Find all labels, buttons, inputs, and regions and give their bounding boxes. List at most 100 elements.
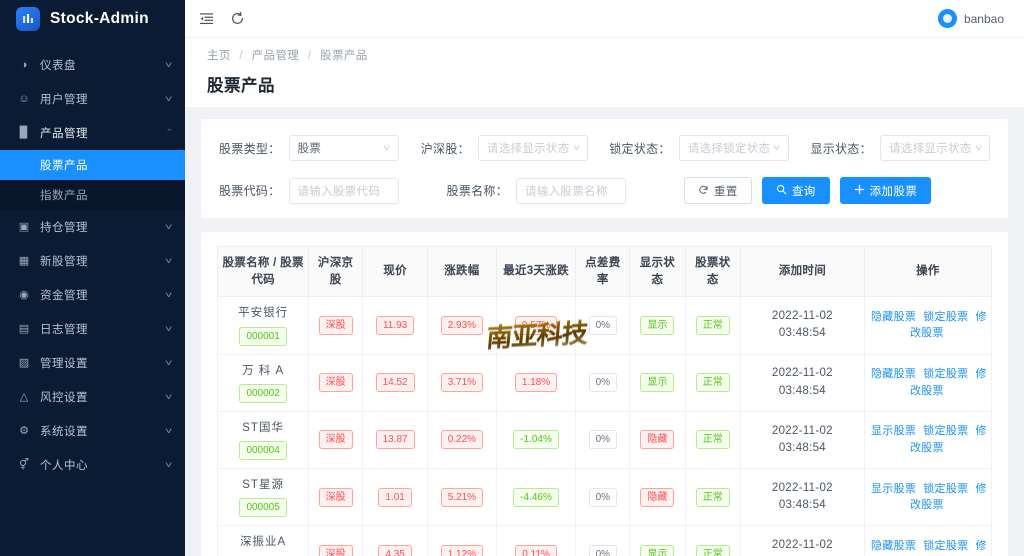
plus-icon — [854, 184, 865, 198]
cell-stock-status: 正常 — [684, 411, 741, 470]
cell-market: 深股 — [308, 468, 364, 527]
stock-code: 000001 — [239, 326, 287, 346]
op-link[interactable]: 锁定股票 — [923, 540, 968, 552]
query-button[interactable]: 查询 — [761, 177, 830, 204]
price-tag: 13.87 — [375, 430, 415, 450]
table-header-row: 股票名称 / 股票代码 沪深京股 现价 涨跌幅 最近3天涨跌 点差费率 显示状态… — [216, 245, 993, 298]
op-link[interactable]: 隐藏股票 — [871, 311, 916, 323]
op-link[interactable]: 锁定股票 — [923, 483, 968, 495]
cell-display-status: 显示 — [629, 354, 686, 412]
breadcrumb-item-home[interactable]: 主页 — [207, 50, 231, 62]
stock-name: ST星源 — [242, 479, 284, 492]
price-tag: 4.35 — [378, 544, 412, 556]
sidebar-item-product-management[interactable]: ▉ 产品管理 ˆ — [0, 116, 185, 150]
added-time: 03:48:54 — [778, 327, 826, 340]
sidebar-item-stock-products[interactable]: 股票产品 — [0, 150, 185, 180]
cell-operations: 显示股票 锁定股票 修改股票 — [863, 411, 993, 470]
table-body: 平安银行 000001 深股 11.93 2.93% 0.57% 0% 显示 正常 2022-11… — [216, 296, 993, 556]
change-tag: 0.22% — [440, 430, 484, 450]
gear-icon: ⚙ — [19, 424, 29, 437]
stock-type-select[interactable]: 股票 ˅ — [288, 135, 399, 161]
sidebar-subitem-label: 指数产品 — [40, 190, 88, 202]
cell-added-time: 2022-11-02 03:48:54 — [739, 468, 865, 527]
chevron-down-icon: ˅ — [974, 143, 982, 153]
sidebar-item-fund-management[interactable]: ◉ 资金管理 ˅ — [0, 278, 185, 312]
table-row: 深振业A000006 深股 4.35 1.12% 0.11% 0% 显示 正常 2022-11-… — [216, 525, 993, 556]
op-link[interactable]: 显示股票 — [871, 425, 916, 437]
cell-market: 深股 — [308, 354, 364, 412]
stock-name: ST国华 — [242, 421, 284, 434]
add-stock-button[interactable]: 添加股票 — [839, 177, 932, 204]
filter-stock-code: 股票代码： 请输入股票代码 — [219, 177, 399, 204]
breadcrumb-item-current: 股票产品 — [320, 50, 368, 62]
op-link[interactable]: 隐藏股票 — [871, 368, 916, 380]
chevron-down-icon: ˅ — [164, 426, 173, 436]
added-time: 03:48:54 — [778, 441, 826, 454]
column-header-spread-rate: 点差费率 — [575, 245, 631, 298]
content-area: 股票类型： 股票 ˅ 沪深股： 请选择显示状态 ˅ 锁定状态： 请选择锁定状态 … — [185, 107, 1024, 556]
filter-row-1: 股票类型： 股票 ˅ 沪深股： 请选择显示状态 ˅ 锁定状态： 请选择锁定状态 … — [219, 135, 990, 161]
cell-price: 11.93 — [362, 296, 429, 355]
market-select[interactable]: 请选择显示状态 ˅ — [477, 135, 588, 161]
sidebar-item-user-management[interactable]: ☺ 用户管理 ˅ — [0, 82, 185, 116]
filter-display-status: 显示状态： 请选择显示状态 ˅ — [810, 135, 990, 161]
page-title: 股票产品 — [207, 77, 275, 95]
sidebar-item-admin-settings[interactable]: ▨ 管理设置 ˅ — [0, 346, 185, 380]
avatar-icon — [937, 9, 957, 28]
op-link[interactable]: 锁定股票 — [923, 368, 968, 380]
cell-spread-rate: 0% — [575, 296, 631, 355]
breadcrumb-item-product-management[interactable]: 产品管理 — [252, 50, 300, 62]
menu-collapse-icon[interactable] — [199, 11, 214, 26]
market-tag: 深股 — [318, 315, 353, 335]
reset-label: 重置 — [714, 185, 738, 198]
sidebar-item-new-stock-management[interactable]: ▦ 新股管理 ˅ — [0, 244, 185, 278]
sidebar-nav: ◑ 仪表盘 ˅ ☺ 用户管理 ˅ ▉ 产品管理 ˆ 股票产品 指数产品 ▣ 持仓… — [0, 48, 185, 482]
user-menu[interactable]: banbao — [937, 9, 1010, 28]
brand[interactable]: Stock-Admin — [0, 0, 185, 38]
op-link[interactable]: 隐藏股票 — [871, 540, 916, 552]
sidebar-item-personal-center[interactable]: ⚥ 个人中心 ˅ — [0, 448, 185, 482]
sidebar-item-log-management[interactable]: ▤ 日志管理 ˅ — [0, 312, 185, 346]
sidebar-item-dashboard[interactable]: ◑ 仪表盘 ˅ — [0, 48, 185, 82]
market-tag: 深股 — [318, 430, 353, 450]
column-header-display-status: 显示状态 — [629, 245, 686, 298]
chevron-down-icon: ˅ — [572, 143, 580, 153]
sidebar-item-position-management[interactable]: ▣ 持仓管理 ˅ — [0, 210, 185, 244]
sidebar-item-index-products[interactable]: 指数产品 — [0, 180, 185, 210]
op-link[interactable]: 锁定股票 — [923, 425, 968, 437]
breadcrumb-separator: / — [239, 50, 244, 62]
user-icon: ☺ — [18, 92, 30, 105]
op-link[interactable]: 锁定股票 — [923, 311, 968, 323]
added-date: 2022-11-02 — [771, 539, 833, 552]
column-header-stock-status: 股票状态 — [684, 245, 741, 298]
sidebar-item-risk-settings[interactable]: △ 风控设置 ˅ — [0, 380, 185, 414]
filter-row-2: 股票代码： 请输入股票代码 股票名称： 请输入股票名称 重置 查询 添加股票 — [219, 177, 990, 204]
brand-name: Stock-Admin — [50, 10, 149, 27]
stock-name-input[interactable]: 请输入股票名称 — [516, 177, 627, 204]
spread-tag: 0% — [588, 315, 618, 335]
added-date: 2022-11-02 — [771, 481, 833, 494]
sidebar-item-system-settings[interactable]: ⚙ 系统设置 ˅ — [0, 414, 185, 448]
chevron-down-icon: ˅ — [164, 94, 173, 104]
chevron-up-icon: ˆ — [167, 128, 172, 138]
display-status-select[interactable]: 请选择显示状态 ˅ — [880, 135, 990, 161]
refresh-icon[interactable] — [230, 11, 245, 26]
change-tag: 1.12% — [440, 544, 484, 556]
box-icon: ▣ — [18, 220, 30, 233]
three-day-tag: 0.57% — [514, 315, 558, 335]
filter-buttons: 重置 查询 添加股票 — [684, 177, 932, 204]
column-header-added-time: 添加时间 — [739, 245, 865, 298]
filter-market: 沪深股： 请选择显示状态 ˅ — [421, 135, 588, 161]
cell-display-status: 隐藏 — [629, 468, 686, 527]
op-link[interactable]: 显示股票 — [871, 483, 916, 495]
column-header-operations: 操作 — [863, 245, 993, 298]
search-icon — [776, 184, 787, 198]
cell-three-day-change: 0.11% — [495, 525, 577, 556]
table-row: ST国华 000004 深股 13.87 0.22% -1.04% 0% 隐藏 正常 2022-1… — [216, 411, 993, 470]
cell-stock-name-code: 平安银行 000001 — [216, 296, 310, 355]
stock-code-input[interactable]: 请输入股票代码 — [288, 177, 399, 204]
cell-change: 3.71% — [427, 354, 497, 412]
lock-status-select[interactable]: 请选择锁定状态 ˅ — [678, 135, 789, 161]
sidebar-subitem-label: 股票产品 — [40, 160, 88, 172]
reset-button[interactable]: 重置 — [684, 177, 752, 204]
